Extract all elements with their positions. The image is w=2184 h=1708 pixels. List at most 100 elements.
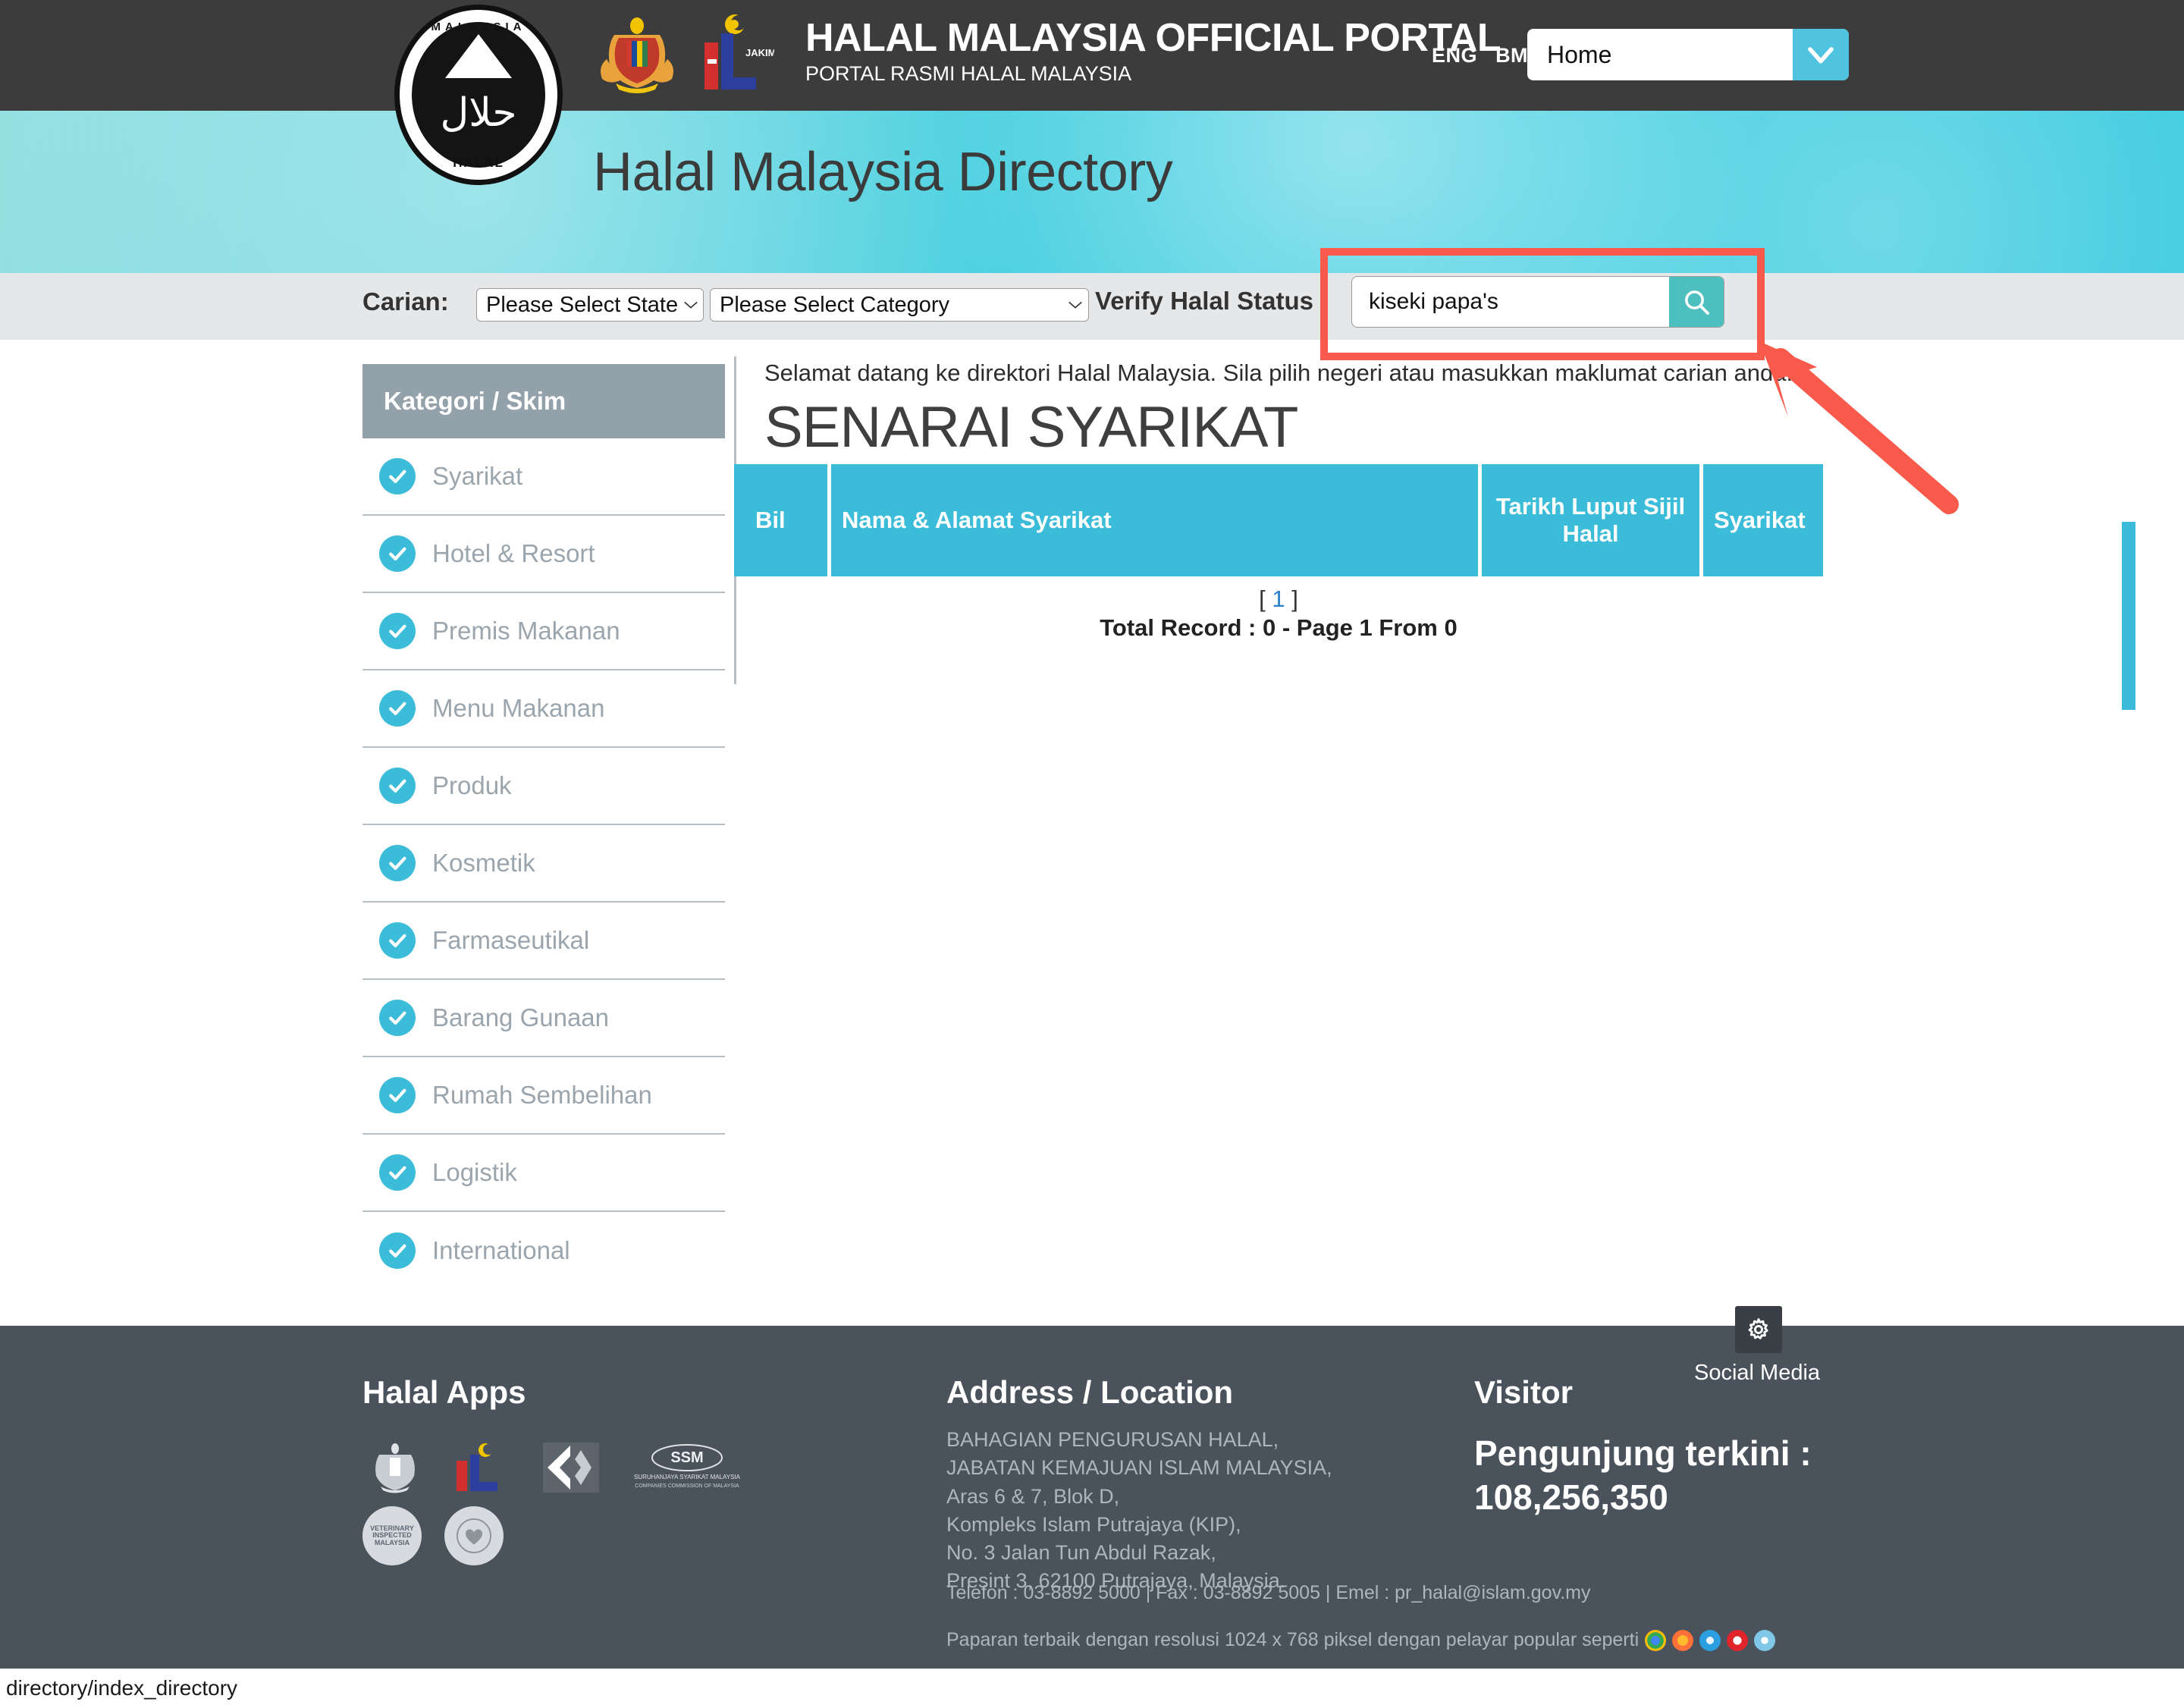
sidebar-item-label: Premis Makanan [432,617,620,645]
category-chevron-down-icon [1062,300,1088,310]
sidebar-item-hotel-resort[interactable]: Hotel & Resort [362,516,725,593]
pagination: [ 1 ] [734,586,1823,613]
svg-text:JAKIM: JAKIM [745,47,774,58]
halal-search-box[interactable] [1351,276,1724,328]
lang-bm-link[interactable]: BM [1495,44,1528,67]
social-media-label: Social Media [1694,1361,1821,1385]
welcome-text: Selamat datang ke direktori Halal Malays… [764,359,1793,386]
check-circle-icon [379,922,416,959]
sidebar-item-logistik[interactable]: Logistik [362,1135,725,1212]
sidebar-item-menu-makanan[interactable]: Menu Makanan [362,670,725,748]
state-select[interactable]: Please Select State [476,288,704,322]
jata-negara-icon [601,17,673,93]
language-toggle[interactable]: ENG BM [1432,44,1528,68]
table-header-syarikat: Syarikat [1703,464,1823,576]
total-record-text: Total Record : 0 - Page 1 From 0 [1100,614,1458,641]
footer-address-heading: Address / Location [946,1374,1234,1410]
footer-browser-note: Paparan terbaik dengan resolusi 1024 x 7… [946,1629,1776,1651]
search-icon [1685,290,1709,315]
footer-visitor-heading: Visitor [1474,1374,1573,1410]
check-circle-icon [379,1154,416,1191]
sidebar-item-label: Logistik [432,1158,517,1186]
search-toolbar [0,273,2184,340]
check-circle-icon [379,1232,416,1269]
sidebar-item-label: Kosmetik [432,849,535,877]
search-input[interactable] [1352,277,1669,327]
check-circle-icon [379,845,416,881]
page-root: حلال MALAYSIA HALAL JAKIM HALAL MALAYSIA… [0,0,2184,1708]
footer-ssm-icon[interactable]: SSM SURUHANJAYA SYARIKAT MALAYSIA COMPAN… [626,1441,748,1494]
check-circle-icon [379,613,416,649]
firefox-icon [1672,1629,1694,1651]
footer-visitor-count: Pengunjung terkini : 108,256,350 [1474,1433,1812,1517]
check-circle-icon [379,1077,416,1113]
sidebar-item-rumah-sembelihan[interactable]: Rumah Sembelihan [362,1057,725,1135]
check-circle-icon [379,690,416,727]
social-media-toggle[interactable] [1735,1306,1782,1353]
seal-halal-word: HALAL [453,155,504,170]
sidebar-item-produk[interactable]: Produk [362,748,725,825]
svg-text:COMPANIES COMMISSION OF MALAYS: COMPANIES COMMISSION OF MALAYSIA [635,1484,739,1489]
seal-star-shape [445,34,512,78]
footer-heart-icon[interactable] [444,1506,504,1565]
sidebar-item-label: Rumah Sembelihan [432,1081,652,1109]
footer-jakim-icon[interactable] [450,1441,516,1494]
table-header-tarikh-luput: Tarikh Luput Sijil Halal [1482,464,1703,576]
internet-explorer-icon [1699,1629,1721,1651]
sidebar-item-kosmetik[interactable]: Kosmetik [362,825,725,903]
table-header-bil: Bil [734,464,831,576]
state-chevron-down-icon [678,300,703,310]
portal-subtitle: PORTAL RASMI HALAL MALAYSIA [805,62,1132,85]
footer-jata-negara-icon[interactable] [362,1441,428,1494]
table-header-nama-alamat: Nama & Alamat Syarikat [831,464,1482,576]
sidebar-item-label: International [432,1236,570,1264]
pagination-bracket-open: [ [1259,586,1266,612]
category-select-value: Please Select Category [720,292,950,317]
portal-title: HALAL MALAYSIA OFFICIAL PORTAL [805,16,1502,60]
sidebar-item-label: Barang Gunaan [432,1003,610,1031]
svg-text:SURUHANJAYA SYARIKAT MALAYSIA: SURUHANJAYA SYARIKAT MALAYSIA [634,1474,741,1480]
safari-icon [1754,1629,1776,1651]
gear-icon [1748,1318,1768,1339]
nav-dropdown-value: Home [1547,40,1612,68]
halal-seal-logo: حلال MALAYSIA HALAL [394,5,563,185]
lang-eng-link[interactable]: ENG [1432,44,1477,67]
sidebar-item-label: Farmaseutikal [432,926,590,954]
footer-address-text: BAHAGIAN PENGURUSAN HALAL, JABATAN KEMAJ… [946,1428,1332,1593]
sidebar-item-label: Menu Makanan [432,694,605,722]
footer-contact-text: Telefon : 03-8892 5000 | Fax : 03-8892 5… [946,1582,1591,1603]
chrome-icon [1645,1629,1667,1651]
browser-status-bar: directory/index_directory [0,1669,2184,1708]
sidebar-heading: Kategori / Skim [362,364,725,438]
jakim-logo-icon: JAKIM [704,14,774,89]
sidebar-item-syarikat[interactable]: Syarikat [362,438,725,516]
scrollbar-thumb[interactable] [2122,522,2135,710]
sidebar-item-label: Produk [432,771,512,799]
nav-dropdown[interactable]: Home [1527,29,1849,80]
footer-browser-text: Paparan terbaik dengan resolusi 1024 x 7… [946,1629,1640,1650]
sidebar-item-premis-makanan[interactable]: Premis Makanan [362,593,725,670]
sidebar-item-international[interactable]: International [362,1212,725,1289]
carian-label: Carian: [362,287,449,316]
check-circle-icon [379,768,416,804]
results-table-header: Bil Nama & Alamat Syarikat Tarikh Luput … [734,464,1823,576]
category-sidebar: Kategori / Skim Syarikat Hotel & Resort … [362,364,725,1289]
search-button[interactable] [1669,277,1724,327]
check-circle-icon [379,1000,416,1036]
check-circle-icon [379,535,416,572]
sidebar-item-label: Syarikat [432,462,523,490]
chevron-down-icon[interactable] [1793,29,1849,80]
check-circle-icon [379,458,416,495]
status-url-text: directory/index_directory [6,1676,238,1700]
pagination-page-1[interactable]: 1 [1272,586,1285,612]
footer-veterinary-icon[interactable]: VETERINARY INSPECTED MALAYSIA [362,1506,422,1565]
seal-arabic-script: حلال [440,90,517,136]
pagination-bracket-close: ] [1291,586,1298,612]
state-select-value: Please Select State [486,292,679,317]
footer-mardi-icon[interactable] [538,1441,604,1494]
sidebar-item-barang-gunaan[interactable]: Barang Gunaan [362,980,725,1057]
sidebar-item-label: Hotel & Resort [432,539,595,567]
page-title: Halal Malaysia Directory [593,142,1173,203]
category-select[interactable]: Please Select Category [710,288,1089,322]
sidebar-item-farmaseutikal[interactable]: Farmaseutikal [362,903,725,980]
